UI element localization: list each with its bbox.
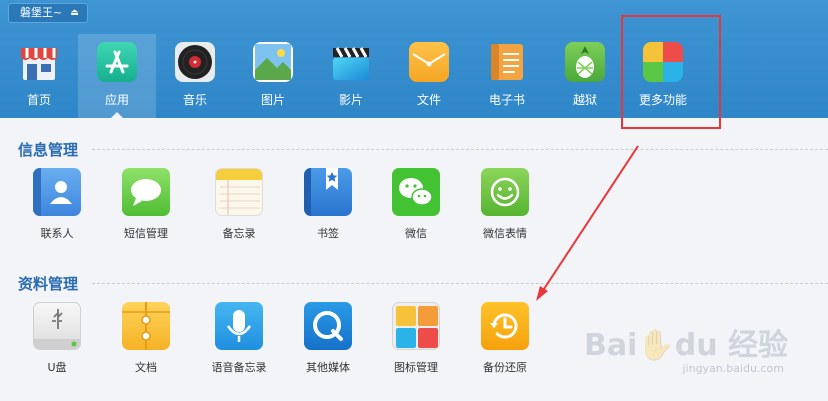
app-other-media[interactable]: 其他媒体 — [292, 302, 364, 375]
app-label: 微信 — [405, 227, 427, 240]
app-contacts[interactable]: 联系人 — [21, 168, 93, 241]
nav-label: 图片 — [260, 93, 285, 107]
nav-photos[interactable]: 图片 — [234, 34, 312, 118]
clapperboard-icon — [331, 42, 371, 82]
app-icon-manager[interactable]: 图标管理 — [380, 302, 452, 375]
app-label: 短信管理 — [124, 227, 168, 240]
app-store-icon — [97, 42, 137, 82]
nav-music[interactable]: 音乐 — [156, 34, 234, 118]
watermark-url: jingyan.baidu.com — [682, 362, 784, 375]
app-label: U盘 — [47, 361, 67, 374]
app-label: 书签 — [317, 227, 339, 240]
picture-icon — [253, 42, 293, 82]
section-divider — [92, 283, 828, 284]
nav-video[interactable]: 影片 — [312, 34, 390, 118]
nav-home[interactable]: 首页 — [0, 34, 78, 118]
vinyl-record-icon — [175, 42, 215, 82]
wechat-icon — [392, 168, 440, 216]
nav-label: 首页 — [26, 93, 51, 107]
app-backup-restore[interactable]: 备份还原 — [469, 302, 541, 375]
app-voice-memos[interactable]: 语音备忘录 — [203, 302, 275, 375]
app-bookmarks[interactable]: 书签 — [292, 168, 364, 241]
app-wechat-stickers[interactable]: 微信表情 — [469, 168, 541, 241]
section-title-data: 资料管理 — [18, 275, 79, 293]
quicktime-icon — [304, 302, 352, 350]
eject-icon[interactable]: ⏏ — [70, 4, 79, 22]
section-title-info: 信息管理 — [18, 141, 79, 159]
app-wechat[interactable]: 微信 — [380, 168, 452, 241]
notes-icon — [215, 168, 263, 216]
app-label: 微信表情 — [483, 227, 527, 240]
document-folder-icon — [122, 302, 170, 350]
nav-label: 音乐 — [182, 93, 207, 107]
message-bubble-icon — [122, 168, 170, 216]
contacts-icon — [33, 168, 81, 216]
book-icon — [487, 42, 527, 82]
bookmark-star-icon — [304, 168, 352, 216]
usb-drive-icon — [33, 302, 81, 350]
watermark-logo: Bai✋du 经验 — [583, 328, 788, 363]
app-notes[interactable]: 备忘录 — [203, 168, 275, 241]
nav-label: 影片 — [338, 93, 363, 107]
app-label: 图标管理 — [394, 361, 438, 374]
app-label: 联系人 — [40, 227, 74, 240]
nav-jailbreak[interactable]: 越狱 — [546, 34, 624, 118]
nav-files[interactable]: 文件 — [390, 34, 468, 118]
annotation-highlight-box — [621, 15, 721, 129]
section-divider — [92, 149, 828, 150]
app-label: 语音备忘录 — [211, 361, 267, 374]
backup-restore-icon — [481, 302, 529, 350]
app-label: 备忘录 — [222, 227, 256, 240]
device-name: 磐堡王~ — [20, 6, 63, 19]
nav-apps[interactable]: 应用 — [78, 34, 156, 118]
app-label: 其他媒体 — [306, 361, 350, 374]
microphone-icon — [215, 302, 263, 350]
app-label: 文档 — [135, 361, 157, 374]
nav-label: 电子书 — [488, 93, 525, 107]
app-label: 备份还原 — [483, 361, 527, 374]
nav-label: 文件 — [416, 93, 441, 107]
nav-label: 应用 — [104, 93, 129, 107]
main-nav: 首页 应用 音乐 图片 影片 文件 电子书 越狱 更多功能 — [0, 34, 702, 118]
device-tab[interactable]: 磐堡王~ ⏏ — [8, 3, 88, 23]
app-usb-drive[interactable]: U盘 — [21, 302, 93, 375]
app-documents[interactable]: 文档 — [110, 302, 182, 375]
nav-ebooks[interactable]: 电子书 — [468, 34, 546, 118]
icon-grid-icon — [392, 302, 440, 350]
app-sms[interactable]: 短信管理 — [110, 168, 182, 241]
smiley-icon — [481, 168, 529, 216]
pineapple-icon — [565, 42, 605, 82]
nav-label: 越狱 — [572, 93, 597, 107]
store-icon — [19, 42, 59, 82]
folder-icon — [409, 42, 449, 82]
